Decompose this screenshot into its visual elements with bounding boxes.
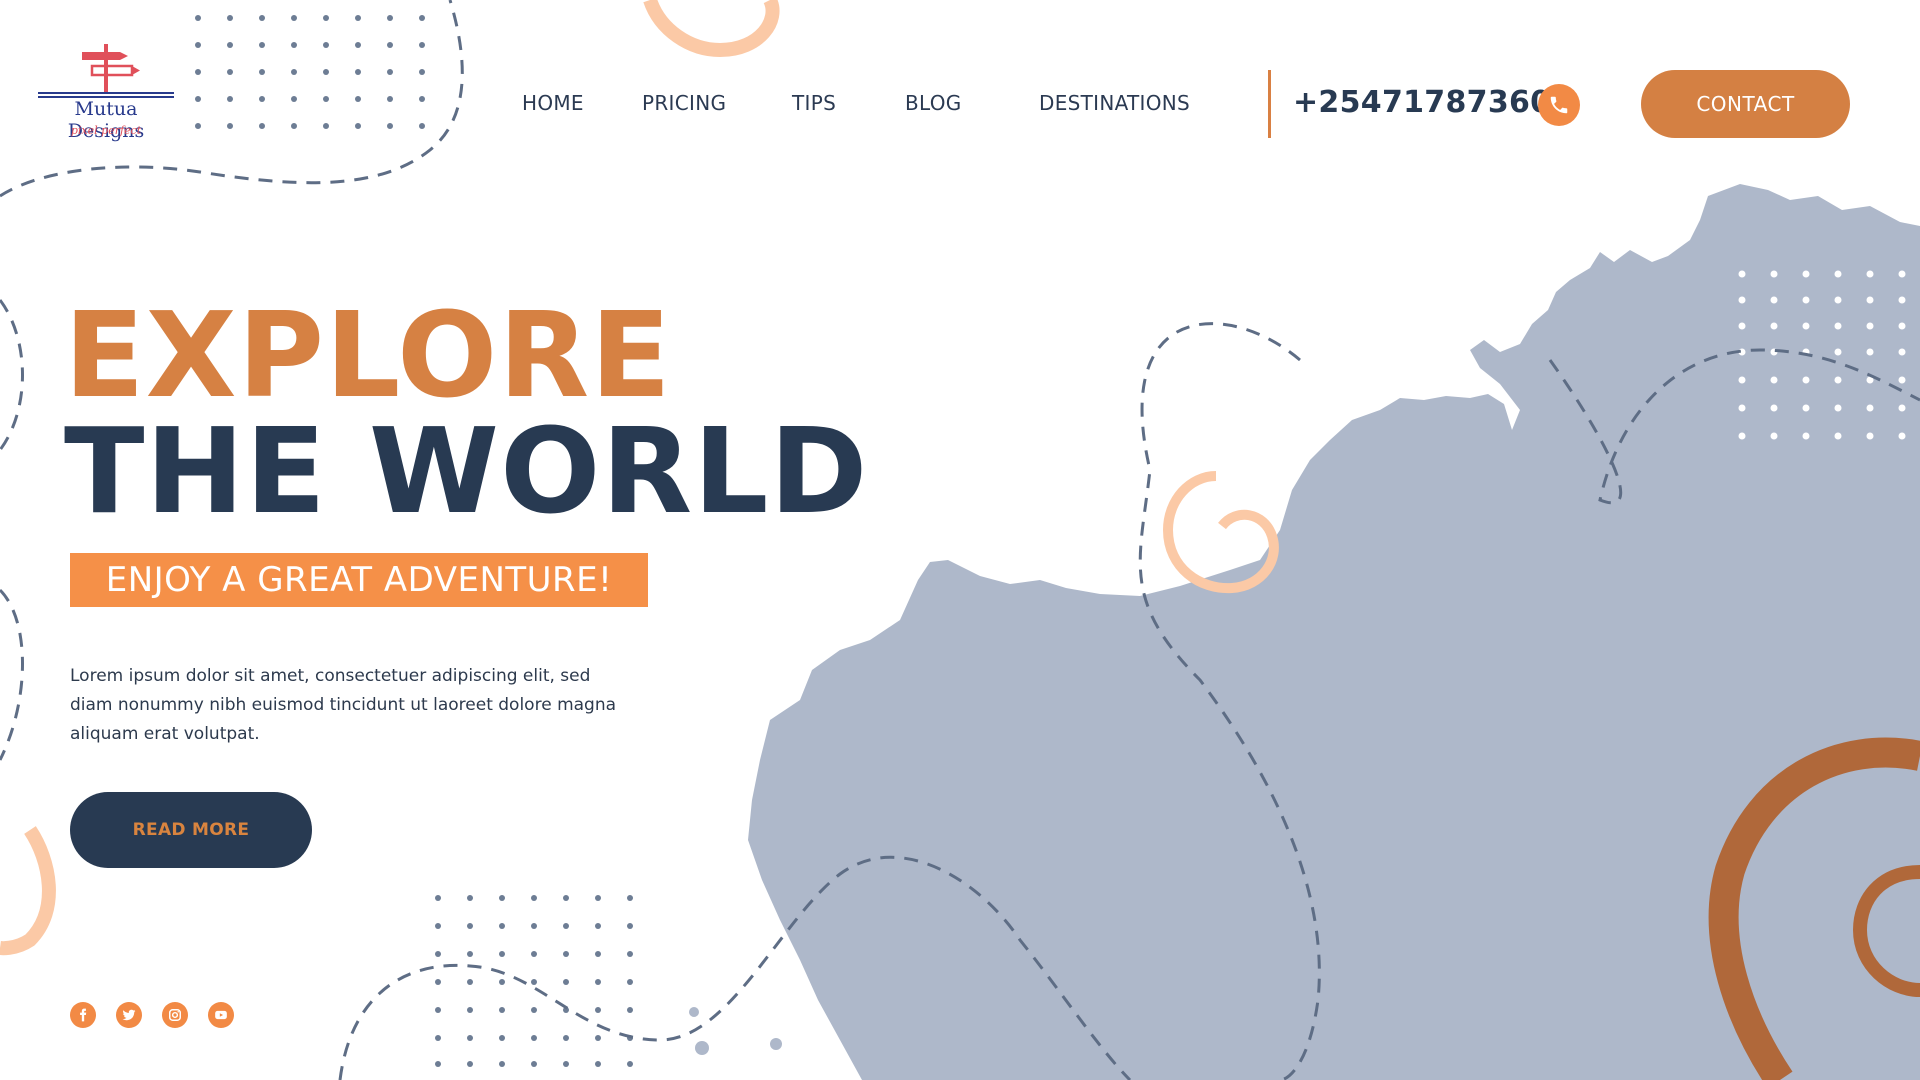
nav-home[interactable]: HOME [522,91,584,115]
hero-title-line1: EXPLORE [64,286,672,424]
contact-button[interactable]: CONTACT [1641,70,1850,138]
brand-tagline: pixel perfect [70,124,142,137]
dot-grid-top [195,15,425,129]
decorative-background [0,0,1920,1080]
swirl-left [0,826,56,956]
dot-grid-bottom [435,895,633,1067]
facebook-icon[interactable] [70,1002,96,1028]
twitter-icon[interactable] [116,1002,142,1028]
brand-logo[interactable]: Mutua Designs pixel perfect [36,42,176,142]
youtube-icon[interactable] [208,1002,234,1028]
dashed-path-bottom [338,855,1132,1080]
swirl-bottom-right-inner [1852,865,1920,997]
read-more-button[interactable]: READ MORE [70,792,312,868]
map-silhouette [748,184,1920,1080]
swirl-bottom-right [1708,737,1920,1080]
signpost-icon [38,44,174,98]
phone-icon[interactable] [1538,84,1580,126]
dashed-path-left-edge-2 [0,588,24,761]
nav-blog[interactable]: BLOG [905,91,962,115]
swirl-center [1162,471,1279,594]
dot-grid-map [1738,270,1906,440]
dashed-path-left-edge-1 [0,299,24,451]
hero-description: Lorem ipsum dolor sit amet, consectetuer… [70,666,617,744]
nav-destinations[interactable]: DESTINATIONS [1039,91,1190,115]
dashed-path-center [1138,322,1321,1080]
nav-tips[interactable]: TIPS [792,91,836,115]
dashed-path-right [1548,348,1920,505]
hero-tagline: ENJOY A GREAT ADVENTURE! [105,560,613,600]
phone-number[interactable]: +254717873600 [1293,85,1573,120]
nav-pricing[interactable]: PRICING [642,91,726,115]
hero-tagline-banner: ENJOY A GREAT ADVENTURE! [70,553,648,607]
swirl-top [643,0,780,58]
hero-title-line2: THE WORLD [64,402,869,540]
instagram-icon[interactable] [162,1002,188,1028]
nav-divider [1268,70,1271,138]
